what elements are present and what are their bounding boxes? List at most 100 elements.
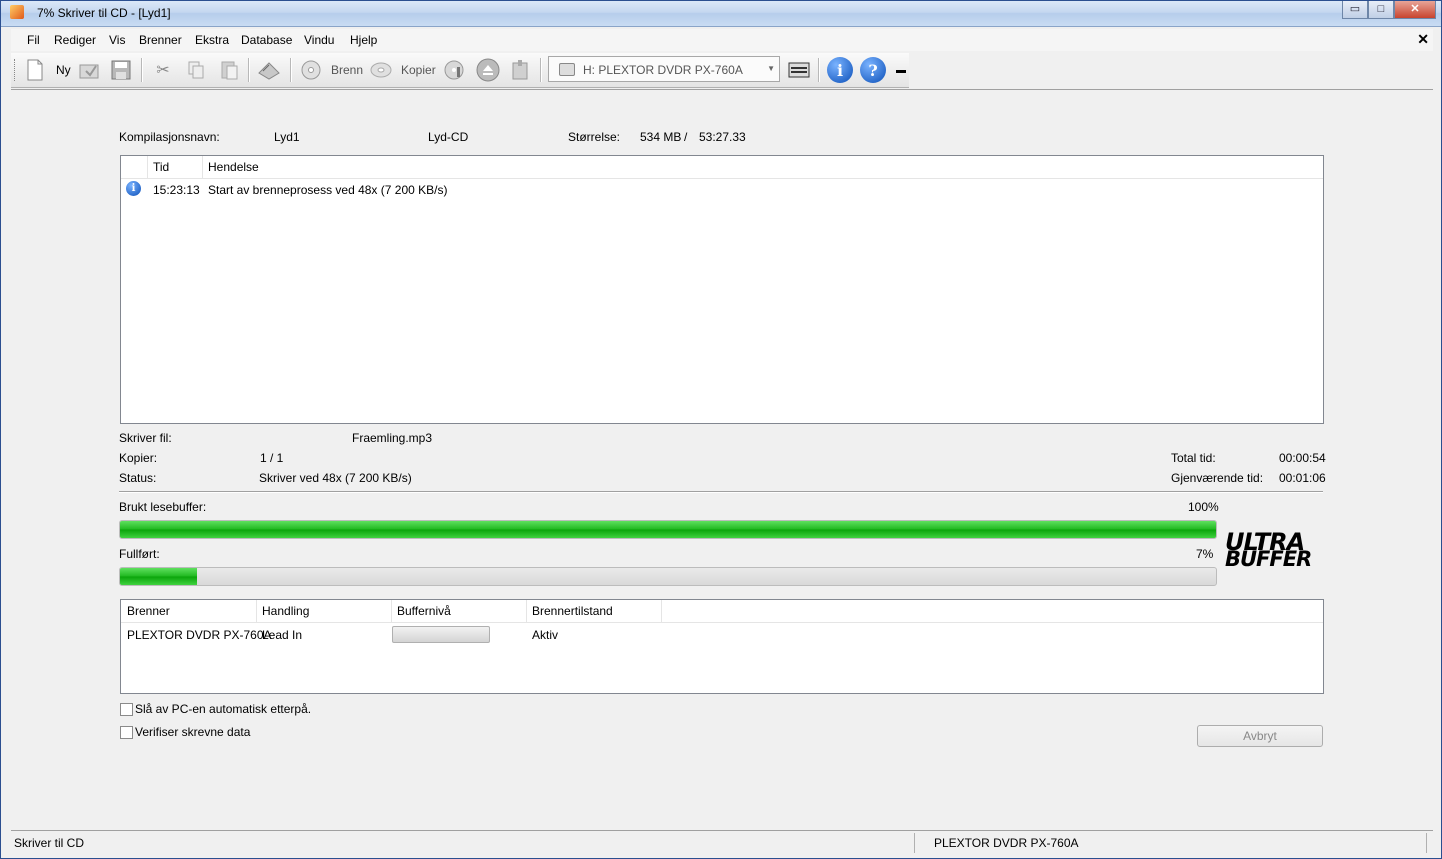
- cut-icon[interactable]: ✂: [151, 58, 175, 82]
- info-icon: i: [126, 181, 141, 196]
- total-time-value: 00:00:54: [1279, 451, 1326, 465]
- copy-disc-icon[interactable]: [369, 58, 393, 82]
- open-icon[interactable]: [77, 58, 101, 82]
- burner-state: Aktiv: [532, 628, 559, 642]
- menu-ekstra[interactable]: Ekstra: [195, 33, 229, 47]
- chevron-down-icon: ▼: [767, 64, 775, 73]
- menu-bar: Fil Rediger Vis Brenner Ekstra Database …: [11, 29, 1433, 51]
- app-icon[interactable]: [10, 5, 24, 19]
- burner-column-buffer[interactable]: Buffernivå: [397, 604, 451, 618]
- drive-select[interactable]: H: PLEXTOR DVDR PX-760A ▼: [548, 56, 780, 82]
- verify-checkbox[interactable]: [120, 726, 133, 739]
- burner-settings-icon[interactable]: [257, 58, 281, 82]
- toolbar-grip[interactable]: [14, 59, 18, 81]
- toolbar-separator: [141, 58, 143, 82]
- menu-fil[interactable]: Fil: [27, 33, 40, 47]
- status-bar: Skriver til CD PLEXTOR DVDR PX-760A: [11, 830, 1433, 855]
- writing-file-label: Skriver fil:: [119, 431, 172, 445]
- burner-action: Lead In: [262, 628, 303, 642]
- read-buffer-progress-fill: [120, 521, 1216, 538]
- total-time-label: Total tid:: [1171, 451, 1216, 465]
- drive-icon: [559, 63, 575, 76]
- eject-icon[interactable]: [476, 58, 500, 82]
- burner-column-burner[interactable]: Brenner: [127, 604, 170, 618]
- burn-progress-panel: Kompilasjonsnavn: Lyd1 Lyd-CD Størrelse:…: [11, 89, 1433, 828]
- size-value: 534 MB: [640, 130, 682, 144]
- close-button[interactable]: ✕: [1394, 1, 1436, 19]
- ultrabuffer-logo: ULTRA BUFFER: [1225, 530, 1325, 574]
- title-bar[interactable]: 7% Skriver til CD - [Lyd1] ▭ □ ✕: [1, 1, 1441, 27]
- menu-vis[interactable]: Vis: [109, 33, 125, 47]
- log-row-event: Start av brenneprosess ved 48x (7 200 KB…: [208, 183, 448, 197]
- drive-refresh-icon[interactable]: [787, 58, 811, 82]
- completed-percent: 7%: [1196, 547, 1214, 561]
- compilation-name-value: Lyd1: [274, 130, 300, 144]
- completion-progress-fill: [120, 568, 197, 585]
- toolbar-separator: [290, 58, 292, 82]
- menu-vindu[interactable]: Vindu: [304, 33, 334, 47]
- divider: [119, 491, 1323, 493]
- maximize-button[interactable]: □: [1368, 1, 1394, 19]
- compilation-name-label: Kompilasjonsnavn:: [119, 130, 220, 144]
- status-bar-text: Skriver til CD: [14, 836, 85, 850]
- burner-column-state[interactable]: Brennertilstand: [532, 604, 613, 618]
- help-icon[interactable]: ?: [860, 57, 886, 83]
- read-buffer-percent: 100%: [1188, 500, 1219, 514]
- menu-rediger[interactable]: Rediger: [54, 33, 96, 47]
- log-column-event[interactable]: Hendelse: [208, 160, 259, 174]
- save-icon[interactable]: [109, 58, 133, 82]
- application-window: 7% Skriver til CD - [Lyd1] ▭ □ ✕ Fil Red…: [0, 0, 1442, 859]
- burner-table[interactable]: Brenner Handling Buffernivå Brennertilst…: [120, 599, 1324, 694]
- toolbar-overflow-icon[interactable]: ▬: [894, 58, 908, 82]
- new-document-icon[interactable]: [23, 58, 47, 82]
- verify-label[interactable]: Verifiser skrevne data: [135, 725, 250, 739]
- burn-button-label[interactable]: Brenn: [331, 63, 363, 77]
- completed-label: Fullført:: [119, 547, 160, 561]
- status-value: Skriver ved 48x (7 200 KB/s): [259, 471, 412, 485]
- size-separator: /: [684, 130, 688, 144]
- drive-select-value: H: PLEXTOR DVDR PX-760A: [583, 63, 743, 77]
- burn-icon[interactable]: [299, 58, 323, 82]
- log-row[interactable]: i 15:23:13 Start av brenneprosess ved 48…: [121, 180, 1323, 200]
- erase-disc-icon[interactable]: [508, 58, 532, 82]
- paste-icon[interactable]: [217, 58, 241, 82]
- toolbar: Ny ✂ Brenn Kopier H: PLEXTOR DVDR PX-760…: [11, 53, 909, 88]
- event-log[interactable]: Tid Hendelse i 15:23:13 Start av brennep…: [120, 155, 1324, 424]
- menu-hjelp[interactable]: Hjelp: [350, 33, 377, 47]
- writing-file-value: Fraemling.mp3: [352, 431, 433, 445]
- remaining-time-label: Gjenværende tid:: [1171, 471, 1264, 485]
- logo-line-2: BUFFER: [1225, 547, 1312, 571]
- completion-progress-bar: [119, 567, 1217, 586]
- new-button-label[interactable]: Ny: [56, 63, 71, 77]
- disc-info-icon[interactable]: [442, 58, 466, 82]
- burner-column-action[interactable]: Handling: [262, 604, 309, 618]
- info-icon[interactable]: i: [827, 57, 853, 83]
- toolbar-separator: [540, 58, 542, 82]
- remaining-time-value: 00:01:06: [1279, 471, 1326, 485]
- status-bar-drive: PLEXTOR DVDR PX-760A: [934, 836, 1079, 850]
- burner-buffer-bar: [392, 626, 490, 643]
- log-row-time: 15:23:13: [153, 183, 200, 197]
- copy-icon[interactable]: [184, 58, 208, 82]
- document-close-button[interactable]: ✕: [1417, 31, 1429, 48]
- menu-database[interactable]: Database: [241, 33, 292, 47]
- toolbar-separator: [248, 58, 250, 82]
- window-title: 7% Skriver til CD - [Lyd1]: [37, 6, 171, 20]
- compilation-type-value: Lyd-CD: [428, 130, 469, 144]
- copies-value: 1 / 1: [260, 451, 284, 465]
- log-header: Tid Hendelse: [121, 156, 1323, 179]
- menu-brenner[interactable]: Brenner: [139, 33, 182, 47]
- copy-button-label[interactable]: Kopier: [401, 63, 436, 77]
- status-label: Status:: [119, 471, 157, 485]
- size-label: Størrelse:: [568, 130, 621, 144]
- minimize-button[interactable]: ▭: [1342, 1, 1368, 19]
- shutdown-label[interactable]: Slå av PC-en automatisk etterpå.: [135, 702, 311, 716]
- copies-label: Kopier:: [119, 451, 158, 465]
- burner-table-header: Brenner Handling Buffernivå Brennertilst…: [121, 600, 1323, 623]
- shutdown-checkbox[interactable]: [120, 703, 133, 716]
- toolbar-separator: [818, 58, 820, 82]
- log-column-time[interactable]: Tid: [153, 160, 169, 174]
- read-buffer-label: Brukt lesebuffer:: [119, 500, 207, 514]
- table-row[interactable]: PLEXTOR DVDR PX-760A Lead In Aktiv: [121, 624, 1323, 644]
- cancel-button[interactable]: Avbryt: [1197, 725, 1323, 747]
